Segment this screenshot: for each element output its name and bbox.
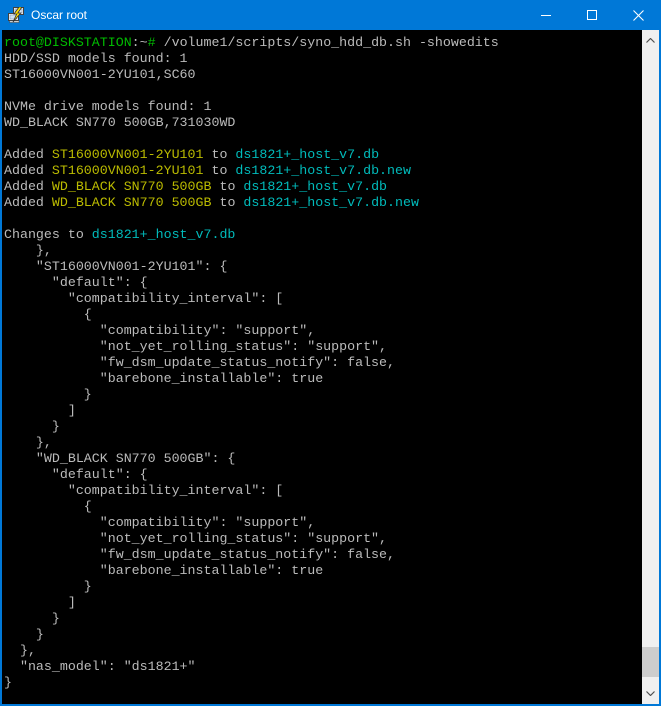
minimize-icon bbox=[541, 10, 551, 20]
minimize-button[interactable] bbox=[523, 0, 569, 30]
terminal-line: } bbox=[4, 627, 642, 643]
terminal-line: "not_yet_rolling_status": "support", bbox=[4, 531, 642, 547]
scrollbar[interactable] bbox=[642, 30, 659, 704]
terminal-line: Changes to ds1821+_host_v7.db bbox=[4, 227, 642, 243]
putty-icon[interactable] bbox=[8, 7, 24, 23]
terminal-line: WD_BLACK SN770 500GB,731030WD bbox=[4, 115, 642, 131]
terminal-line: "barebone_installable": true bbox=[4, 563, 642, 579]
window-body: root@DISKSTATION:~# /volume1/scripts/syn… bbox=[2, 30, 659, 704]
putty-window: Oscar root root@DISKSTATION:~# /volume1 bbox=[0, 0, 661, 706]
terminal-screen[interactable]: root@DISKSTATION:~# /volume1/scripts/syn… bbox=[2, 30, 642, 704]
terminal-line: "nas_model": "ds1821+" bbox=[4, 659, 642, 675]
terminal-line: Added ST16000VN001-2YU101 to ds1821+_hos… bbox=[4, 147, 642, 163]
terminal-line: ] bbox=[4, 595, 642, 611]
maximize-button[interactable] bbox=[569, 0, 615, 30]
terminal-line: } bbox=[4, 387, 642, 403]
terminal-line: { bbox=[4, 499, 642, 515]
window-title: Oscar root bbox=[31, 8, 87, 22]
terminal-line: }, bbox=[4, 243, 642, 259]
terminal-line bbox=[4, 83, 642, 99]
terminal-line: "compatibility": "support", bbox=[4, 515, 642, 531]
terminal-line: "compatibility": "support", bbox=[4, 323, 642, 339]
titlebar[interactable]: Oscar root bbox=[0, 0, 661, 30]
terminal-line: ] bbox=[4, 403, 642, 419]
terminal-line: "default": { bbox=[4, 467, 642, 483]
terminal-line: "ST16000VN001-2YU101": { bbox=[4, 259, 642, 275]
terminal-line bbox=[4, 211, 642, 227]
terminal-line: ST16000VN001-2YU101,SC60 bbox=[4, 67, 642, 83]
terminal-line: "not_yet_rolling_status": "support", bbox=[4, 339, 642, 355]
terminal-line: Added WD_BLACK SN770 500GB to ds1821+_ho… bbox=[4, 179, 642, 195]
close-icon bbox=[633, 10, 644, 21]
terminal-line: "compatibility_interval": [ bbox=[4, 291, 642, 307]
terminal-line: Added WD_BLACK SN770 500GB to ds1821+_ho… bbox=[4, 195, 642, 211]
terminal-line: "fw_dsm_update_status_notify": false, bbox=[4, 355, 642, 371]
terminal-line: HDD/SSD models found: 1 bbox=[4, 51, 642, 67]
terminal-line: "fw_dsm_update_status_notify": false, bbox=[4, 547, 642, 563]
terminal-line: }, bbox=[4, 435, 642, 451]
scrollbar-thumb[interactable] bbox=[642, 647, 659, 677]
maximize-icon bbox=[587, 10, 597, 20]
terminal-line: "barebone_installable": true bbox=[4, 371, 642, 387]
terminal-line: } bbox=[4, 675, 642, 691]
terminal-line: } bbox=[4, 611, 642, 627]
chevron-up-icon bbox=[646, 38, 655, 43]
terminal-line: "compatibility_interval": [ bbox=[4, 483, 642, 499]
terminal-line: { bbox=[4, 307, 642, 323]
terminal-line bbox=[4, 131, 642, 147]
terminal-line: Added ST16000VN001-2YU101 to ds1821+_hos… bbox=[4, 163, 642, 179]
scroll-up-button[interactable] bbox=[642, 32, 659, 49]
terminal-line: }, bbox=[4, 643, 642, 659]
terminal-line: NVMe drive models found: 1 bbox=[4, 99, 642, 115]
terminal-line: root@DISKSTATION:~# /volume1/scripts/syn… bbox=[4, 35, 642, 51]
terminal-line: } bbox=[4, 419, 642, 435]
chevron-down-icon bbox=[646, 691, 655, 696]
terminal-line: "WD_BLACK SN770 500GB": { bbox=[4, 451, 642, 467]
caption-buttons bbox=[523, 0, 661, 30]
terminal-line: "default": { bbox=[4, 275, 642, 291]
scroll-down-button[interactable] bbox=[642, 685, 659, 702]
terminal-line: } bbox=[4, 579, 642, 595]
close-button[interactable] bbox=[615, 0, 661, 30]
